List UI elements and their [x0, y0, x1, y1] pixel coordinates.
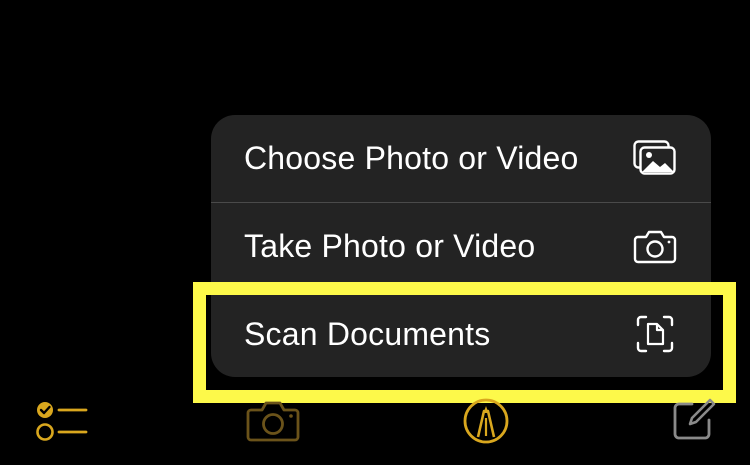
document-scanner-icon — [631, 314, 679, 354]
scan-documents-label: Scan Documents — [244, 315, 491, 352]
camera-icon — [245, 399, 301, 448]
choose-photo-or-video-label: Choose Photo or Video — [244, 139, 579, 176]
take-photo-or-video-label: Take Photo or Video — [244, 227, 536, 264]
choose-photo-or-video-item[interactable]: Choose Photo or Video — [211, 115, 711, 201]
take-photo-or-video-item[interactable]: Take Photo or Video — [211, 203, 711, 289]
compose-icon — [670, 396, 716, 447]
camera-icon — [631, 226, 679, 266]
markup-button[interactable] — [456, 394, 516, 452]
scan-documents-item[interactable]: Scan Documents — [211, 291, 711, 377]
photo-library-icon — [631, 138, 679, 178]
markup-pen-icon — [461, 396, 511, 451]
checklist-button[interactable] — [30, 395, 94, 451]
attachment-menu: Choose Photo or Video Take Photo or Vide… — [211, 115, 711, 377]
compose-button[interactable] — [664, 392, 722, 450]
camera-button[interactable] — [240, 395, 306, 451]
checklist-icon — [36, 398, 88, 449]
